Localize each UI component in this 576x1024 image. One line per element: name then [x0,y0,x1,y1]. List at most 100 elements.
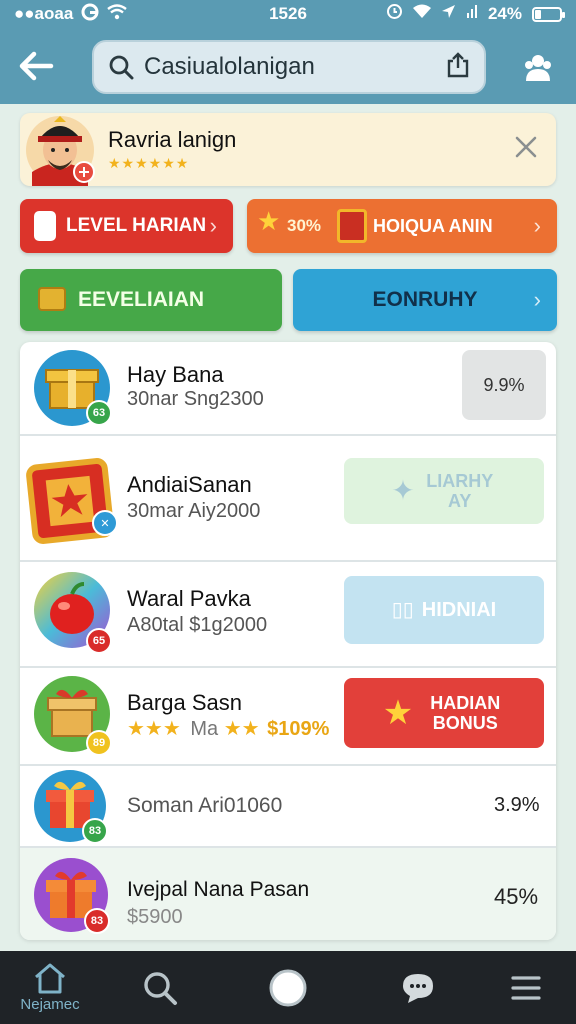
sparkle-icon: ✦ [391,475,415,506]
nav-search[interactable] [120,951,200,1024]
nav-chat[interactable] [378,951,458,1024]
player-name: Ravria lanign [108,127,237,152]
list-icon: ▯▯ [391,599,414,621]
share-button[interactable] [446,51,470,83]
menu-icon [511,975,541,1000]
swap-badge: ✕ [92,510,118,536]
gold-gift-icon: 63 [32,348,112,428]
level-badge: 65 [86,628,112,654]
level-badge: 89 [86,730,112,756]
list-item[interactable]: 89 Barga Sasn ★★★ Ma ★★ $109% ★ HADIAN B… [20,668,556,766]
nav-menu[interactable] [486,951,566,1024]
claim-bonus-button[interactable]: ★ HADIAN BONUS [344,678,544,748]
back-button[interactable] [16,46,56,86]
signal-icon [466,4,478,24]
location-icon [441,4,456,24]
level-badge: 83 [82,818,108,844]
reward-value: 3.9% [494,794,540,816]
close-button[interactable] [510,131,542,163]
battery-icon [532,6,565,22]
home-icon [35,963,65,994]
star-icon: ★ [382,694,414,732]
purple-gift-icon: 83 [32,856,110,934]
star-icon: ★ [257,206,281,236]
back-arrow-icon [19,51,54,81]
mini-stars: ★★ [223,718,260,740]
list-item[interactable]: 83 Ivejpal Nana Pasan $5900 45% [20,848,556,940]
nav-center[interactable] [248,951,328,1024]
reward-title: Ivejpal Nana Pasan [127,878,310,901]
level-icon [34,211,56,241]
chat-icon [403,973,433,1003]
treasure-chest-icon [38,287,66,311]
reward-title: Waral Pavka [127,586,251,611]
battery-percent: 24% [487,4,522,23]
list-item[interactable]: 63 Hay Bana 30nar Sng2300 9.9% [20,342,556,436]
circle-icon [269,969,307,1006]
top-bar [0,28,576,104]
reward-value: 9.9% [483,375,525,395]
bottom-nav: Nejamec [0,951,576,1024]
app-g-icon [81,3,99,26]
alarm-icon [386,3,403,25]
reward-title: AndiaiSanan [127,472,252,497]
red-gift-icon: 83 [32,768,108,844]
reward-subtitle: Soman Ari01060 [127,794,283,817]
event-button[interactable]: EEVELIAIAN [20,269,282,331]
chevron-right-icon: › [209,213,217,238]
player-card[interactable]: Ravria lanign ★★★★★★ [20,113,556,186]
reward-subtitle: 30mar Aiy2000 [127,500,261,522]
red-card-icon: ✕ [24,456,118,546]
reward-amount: $109% [267,718,330,740]
list-item[interactable]: ✕ AndiaiSanan 30mar Aiy2000 ✦ LIARHY AY [20,436,556,562]
bonus-label: HOIQUA ANIN [373,215,493,236]
reward-value: 45% [494,884,539,909]
level-badge: 83 [84,908,110,934]
wifi-status-icon [412,4,431,24]
history-button[interactable]: EONRUHY › [293,269,557,331]
gift-card-icon [337,209,367,243]
nav-home-label: Nejamec [20,996,80,1013]
wifi-icon [107,3,128,25]
carrier-label: ●●aoaa [14,4,74,23]
level-badge: 63 [86,400,112,426]
daily-level-button[interactable]: LEVEL HARIAN › [20,199,233,253]
reward-title: Barga Sasn [127,690,242,715]
action-label: HIDNIAI [421,599,497,621]
history-label: EONRUHY [372,288,478,311]
daily-bonus-button[interactable]: ★ 30% HOIQUA ANIN › [247,199,557,253]
nav-home[interactable]: Nejamec [10,951,90,1024]
reward-action-button[interactable]: ✦ LIARHY AY [344,458,544,524]
reward-value-box: 9.9% [462,350,546,420]
level-label: LEVEL HARIAN [66,215,207,236]
close-icon [515,136,537,158]
avatar[interactable] [24,114,96,186]
apple-icon: 65 [32,570,112,654]
player-rating: ★★★★★★ [108,155,190,171]
share-icon [447,51,469,77]
people-icon [525,55,551,81]
reward-subtitle: $5900 [127,906,183,928]
reward-action-button[interactable]: ▯▯ HIDNIAI [344,576,544,644]
list-item[interactable]: 65 Waral Pavka A80tal $1g2000 ▯▯ HIDNIAI [20,562,556,668]
gift-box-icon: 89 [32,674,112,756]
reward-subtitle: A80tal $1g2000 [127,614,268,636]
event-label: EEVELIAIAN [78,288,205,311]
search-icon [144,971,177,1005]
friends-button[interactable] [518,50,558,86]
action-label: HADIAN BONUS [430,693,501,733]
reward-title: Hay Bana [127,362,224,387]
list-item[interactable]: 83 Soman Ari01060 3.9% [20,766,556,848]
chevron-right-icon: › [533,287,541,312]
reward-label: Ma [190,718,219,740]
reward-subtitle: ★★★ Ma ★★ $109% [127,716,329,741]
rating-stars: ★★★ [127,718,181,740]
reward-list: 63 Hay Bana 30nar Sng2300 9.9% ✕ AndiaiS… [20,342,556,940]
search-icon [109,55,134,80]
search-bar[interactable] [92,40,486,94]
search-input[interactable] [144,53,446,81]
reward-subtitle: 30nar Sng2300 [127,388,264,410]
action-label: LIARHY AY [426,471,494,511]
bonus-percent: 30% [287,216,322,235]
status-bar: ●●aoaa 1526 24% [0,0,576,28]
